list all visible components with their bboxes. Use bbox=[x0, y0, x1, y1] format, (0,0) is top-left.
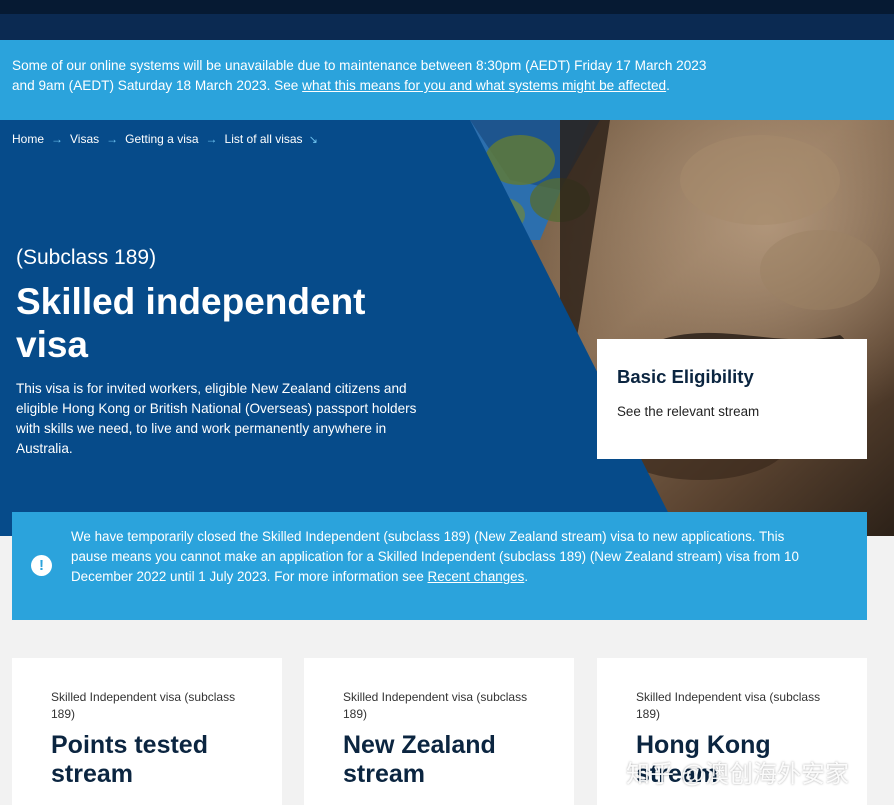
exclamation-circle-icon: ! bbox=[31, 555, 52, 576]
stream-eyebrow: Skilled Independent visa (subclass 189) bbox=[343, 690, 528, 721]
maintenance-details-link[interactable]: what this means for you and what systems… bbox=[302, 78, 666, 93]
arrow-right-icon: → bbox=[51, 132, 64, 146]
visa-subclass: (Subclass 189) bbox=[16, 246, 157, 269]
stream-title: Points tested stream bbox=[51, 731, 208, 788]
maintenance-text-line2: and 9am (AEDT) Saturday 18 March 2023. S… bbox=[12, 78, 670, 93]
closure-alert: ! We have temporarily closed the Skilled… bbox=[12, 512, 867, 620]
maintenance-text-line1: Some of our online systems will be unava… bbox=[12, 58, 707, 73]
stream-card-new-zealand[interactable]: Skilled Independent visa (subclass 189) … bbox=[304, 658, 574, 805]
eligibility-text: See the relevant stream bbox=[617, 404, 760, 419]
breadcrumb-visas[interactable]: Visas bbox=[70, 132, 99, 146]
watermark-text: 知乎 @澳创海外安家 bbox=[626, 761, 850, 788]
visa-intro-text: This visa is for invited workers, eligib… bbox=[16, 381, 417, 456]
stream-card-points-tested[interactable]: Skilled Independent visa (subclass 189) … bbox=[12, 658, 282, 805]
stream-title: New Zealand stream bbox=[343, 731, 496, 788]
breadcrumb-list-of-all-visas[interactable]: List of all visas bbox=[225, 132, 303, 146]
breadcrumb: Home → Visas → Getting a visa → List of … bbox=[12, 132, 318, 146]
arrow-right-icon: → bbox=[106, 132, 119, 146]
recent-changes-link[interactable]: Recent changes bbox=[428, 569, 525, 584]
breadcrumb-getting-a-visa[interactable]: Getting a visa bbox=[125, 132, 198, 146]
maintenance-banner: Some of our online systems will be unava… bbox=[0, 40, 894, 120]
arrow-right-icon: → bbox=[205, 132, 218, 146]
stream-eyebrow: Skilled Independent visa (subclass 189) bbox=[636, 690, 821, 721]
top-navigation-bar bbox=[0, 0, 894, 40]
arrow-down-right-icon[interactable]: ↘ bbox=[309, 133, 318, 146]
breadcrumb-home[interactable]: Home bbox=[12, 132, 44, 146]
page-title: Skilled independent visa bbox=[16, 281, 366, 365]
basic-eligibility-card[interactable]: Basic Eligibility See the relevant strea… bbox=[597, 339, 867, 459]
stream-eyebrow: Skilled Independent visa (subclass 189) bbox=[51, 690, 236, 721]
eligibility-heading: Basic Eligibility bbox=[617, 366, 754, 387]
